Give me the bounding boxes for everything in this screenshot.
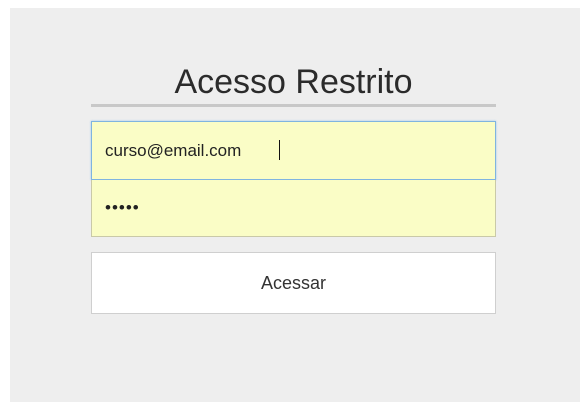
login-panel: Acesso Restrito Acessar	[10, 8, 580, 402]
password-field-wrapper	[91, 180, 496, 237]
email-field[interactable]	[91, 121, 496, 180]
login-button[interactable]: Acessar	[91, 252, 496, 314]
password-field[interactable]	[91, 180, 496, 237]
login-form: Acesso Restrito Acessar	[91, 58, 496, 314]
email-field-wrapper	[91, 121, 496, 180]
page-title: Acesso Restrito	[91, 58, 496, 107]
text-caret	[279, 140, 280, 160]
